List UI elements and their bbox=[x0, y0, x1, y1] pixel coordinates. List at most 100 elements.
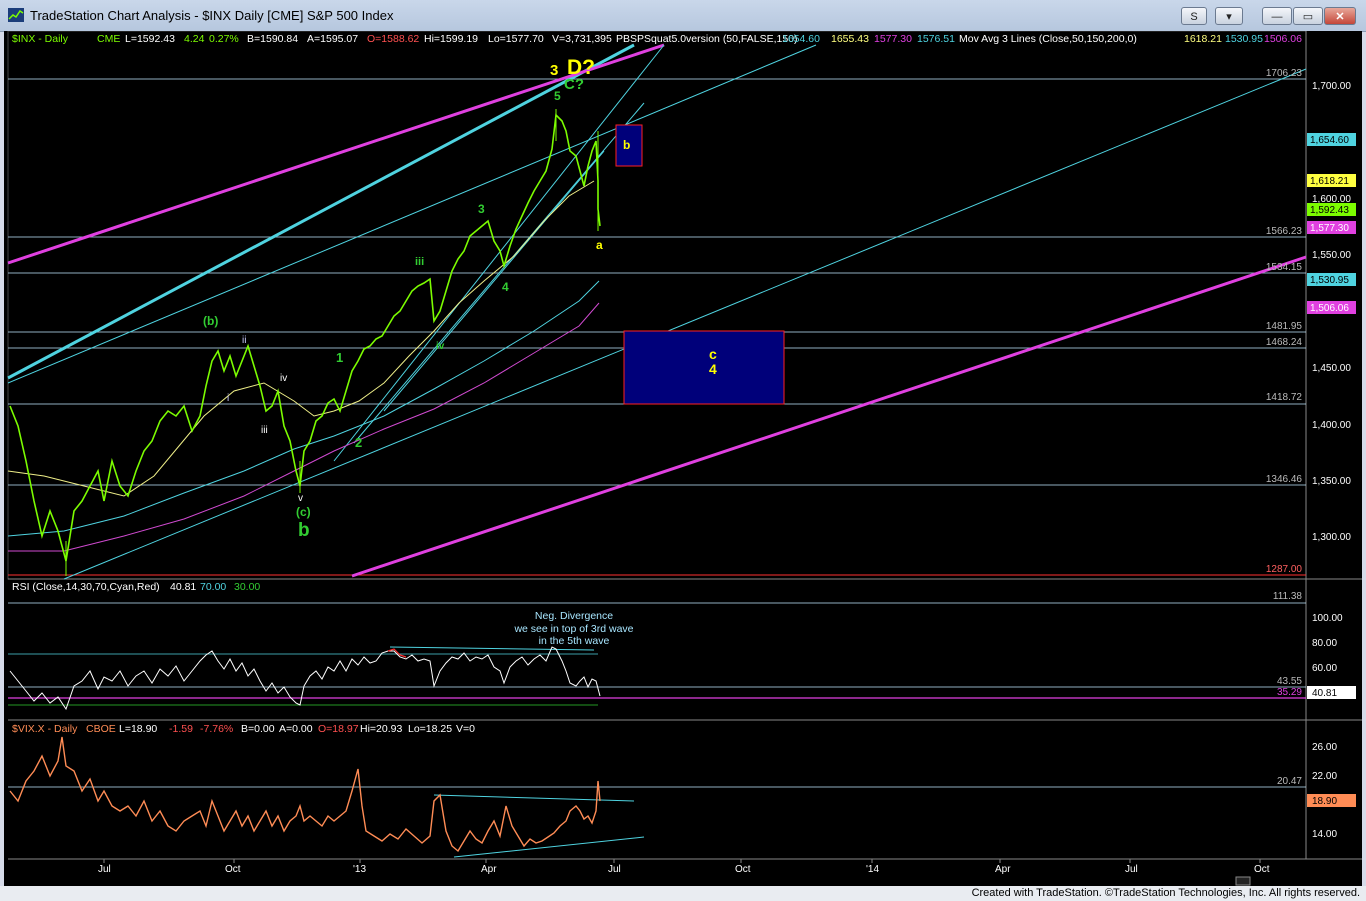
level-label: 1418.72 bbox=[1266, 392, 1303, 403]
price-tag-label: 1,506.06 bbox=[1310, 303, 1349, 314]
header-ma1: 1618.21 bbox=[1184, 33, 1222, 45]
header-open: O=1588.62 bbox=[367, 33, 419, 45]
minimize-button[interactable]: — bbox=[1262, 7, 1292, 25]
vix-trendline bbox=[433, 794, 635, 802]
wave-label: 3 bbox=[478, 202, 485, 216]
y-tick: 60.00 bbox=[1312, 663, 1337, 674]
level-label: 1287.00 bbox=[1266, 564, 1303, 575]
window-title: TradeStation Chart Analysis - $INX Daily… bbox=[30, 8, 394, 23]
vix-header: $VIX.X - Daily CBOE L=18.90 -1.59 -7.76%… bbox=[12, 723, 475, 735]
level-label: 1534.15 bbox=[1266, 262, 1303, 273]
status-bar: Created with TradeStation. ©TradeStation… bbox=[0, 886, 1366, 901]
vix-last: L=18.90 bbox=[119, 723, 157, 735]
vix-trendline bbox=[453, 836, 645, 858]
header-lo: Lo=1577.70 bbox=[488, 33, 544, 45]
vix-bars bbox=[9, 736, 601, 853]
close-button[interactable]: ✕ bbox=[1324, 7, 1356, 25]
wave-label: iv bbox=[436, 341, 445, 352]
price-tag-label: 1,618.21 bbox=[1310, 176, 1349, 187]
maximize-button[interactable]: ▭ bbox=[1293, 7, 1323, 25]
y-tick: 1,700.00 bbox=[1312, 81, 1351, 92]
chart-canvas[interactable]: 3 D? C? 5 3 iii 4 iv 1 2 (b) ii i iv iii… bbox=[4, 30, 1362, 886]
vix-change: -1.59 bbox=[169, 723, 193, 735]
y-tick: 1,350.00 bbox=[1312, 476, 1351, 487]
header-indicator: PBSPSquat5.0version (50,FALSE,150) bbox=[616, 33, 798, 45]
rsi-level-label: 43.55 bbox=[1277, 676, 1302, 687]
price-tag-label: 1,577.30 bbox=[1310, 223, 1349, 234]
time-axis: Jul Oct '13 Apr Jul Oct '14 Apr Jul Oct bbox=[98, 864, 1270, 875]
wave-label: 5 bbox=[554, 89, 561, 103]
rsi-level-label: 35.29 bbox=[1277, 687, 1302, 698]
y-tick: 1,400.00 bbox=[1312, 420, 1351, 431]
rsi-divergence-line bbox=[389, 646, 595, 651]
wave-label: 4 bbox=[502, 280, 509, 294]
wave-label: iii bbox=[261, 425, 268, 436]
price-tag-label: 1,592.43 bbox=[1310, 205, 1349, 216]
price-tag-label: 1,654.60 bbox=[1310, 135, 1349, 146]
rsi-os: 30.00 bbox=[234, 581, 260, 593]
vix-lo: Lo=18.25 bbox=[408, 723, 452, 735]
symbol-s-button[interactable]: S bbox=[1181, 7, 1207, 25]
rsi-note: we see in top of 3rd wave bbox=[513, 623, 633, 635]
y-tick: 1,550.00 bbox=[1312, 250, 1351, 261]
header-change: 4.24 bbox=[184, 33, 205, 45]
header-pct: 0.27% bbox=[209, 33, 239, 45]
y-tick: 80.00 bbox=[1312, 638, 1337, 649]
wave-label: iv bbox=[280, 373, 287, 384]
y-tick: 100.00 bbox=[1312, 613, 1343, 624]
wave-label: v bbox=[298, 493, 303, 504]
price-tags: 1,654.60 1,618.21 1,592.43 1,577.30 1,53… bbox=[1307, 133, 1356, 314]
level-label: 1566.23 bbox=[1266, 226, 1303, 237]
price-tag-label: 40.81 bbox=[1312, 688, 1337, 699]
header-bid: B=1590.84 bbox=[247, 33, 298, 45]
vix-vol: V=0 bbox=[456, 723, 475, 735]
wave-label: c bbox=[709, 346, 717, 362]
rsi-level-label: 111.38 bbox=[1273, 591, 1303, 602]
price-header: $INX - Daily CME L=1592.43 4.24 0.27% B=… bbox=[12, 33, 1302, 45]
vix-pct: -7.76% bbox=[200, 723, 233, 735]
header-ma2: 1530.95 bbox=[1225, 33, 1263, 45]
dropdown-button[interactable]: ▾ bbox=[1215, 7, 1243, 25]
wave-label: 1 bbox=[336, 350, 343, 365]
horizontal-levels bbox=[8, 78, 1306, 486]
vix-bid: B=0.00 bbox=[241, 723, 275, 735]
header-v4: 1576.51 bbox=[917, 33, 955, 45]
app-icon bbox=[8, 8, 24, 22]
header-vol: V=3,731,395 bbox=[552, 33, 612, 45]
title-bar: TradeStation Chart Analysis - $INX Daily… bbox=[0, 0, 1366, 32]
price-bars bbox=[9, 113, 601, 562]
wave-label: (c) bbox=[296, 505, 311, 519]
header-ask: A=1595.07 bbox=[307, 33, 358, 45]
chart-area[interactable]: 3 D? C? 5 3 iii 4 iv 1 2 (b) ii i iv iii… bbox=[4, 30, 1362, 886]
credit-text: Created with TradeStation. ©TradeStation… bbox=[971, 887, 1360, 899]
rsi-axis: 111.38 100.00 80.00 60.00 43.55 35.29 40… bbox=[1273, 591, 1356, 699]
x-tick: Jul bbox=[608, 864, 621, 875]
y-tick: 1,450.00 bbox=[1312, 363, 1351, 374]
cyan-trendline bbox=[63, 68, 1307, 580]
wave-label: 4 bbox=[709, 361, 717, 377]
y-tick: 22.00 bbox=[1312, 771, 1337, 782]
x-tick: Oct bbox=[1254, 864, 1270, 875]
vix-label: $VIX.X - Daily bbox=[12, 723, 78, 735]
price-tag-label: 18.90 bbox=[1312, 796, 1337, 807]
y-tick: 26.00 bbox=[1312, 742, 1337, 753]
header-exchange: CME bbox=[97, 33, 120, 45]
wave-label: ii bbox=[242, 335, 246, 346]
rsi-label: RSI (Close,14,30,70,Cyan,Red) bbox=[12, 581, 160, 593]
wave-label: 3 bbox=[550, 62, 558, 79]
rsi-ob: 70.00 bbox=[200, 581, 226, 593]
rsi-trace bbox=[9, 646, 601, 711]
wave-label: b bbox=[298, 520, 310, 541]
wave-label: (b) bbox=[203, 314, 218, 328]
scroll-handle[interactable] bbox=[1235, 876, 1251, 886]
x-tick: '13 bbox=[353, 864, 366, 875]
level-label: 1468.24 bbox=[1266, 337, 1303, 348]
wave-label: C? bbox=[564, 76, 584, 93]
wave-label: iii bbox=[415, 256, 424, 268]
header-v1: 1654.60 bbox=[782, 33, 820, 45]
level-label: 1706.23 bbox=[1266, 68, 1303, 79]
trend-lines bbox=[7, 43, 1307, 580]
cyan-channel-line bbox=[333, 44, 665, 462]
header-v2: 1655.43 bbox=[831, 33, 869, 45]
y-tick: 14.00 bbox=[1312, 829, 1337, 840]
